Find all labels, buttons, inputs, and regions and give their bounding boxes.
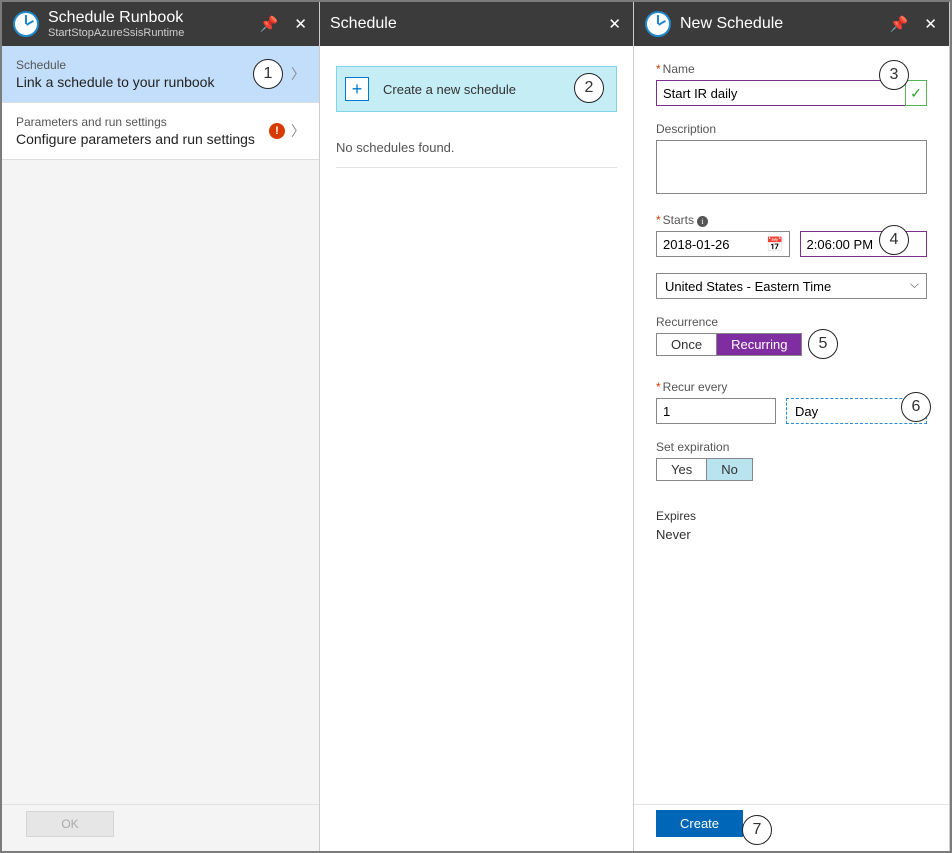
recur-value-input[interactable] [656, 398, 776, 424]
expires-value: Never [656, 527, 927, 542]
set-expiration-label: Set expiration [656, 440, 927, 454]
field-description: Description [656, 122, 927, 197]
callout-4: 4 [879, 225, 909, 255]
info-icon[interactable]: i [697, 216, 708, 227]
validation-ok-icon: ✓ [905, 80, 927, 106]
clock-icon [12, 10, 40, 38]
expiration-no[interactable]: No [706, 459, 752, 480]
field-recur-every: *Recur every Day 6 [656, 380, 927, 424]
starts-label: *Startsi [656, 213, 927, 227]
step-parameters[interactable]: Parameters and run settings Configure pa… [2, 103, 319, 160]
callout-2: 2 [574, 73, 604, 103]
field-expires: Expires Never [656, 509, 927, 542]
field-timezone: United States - Eastern Time [656, 273, 927, 299]
recurrence-recurring[interactable]: Recurring [716, 334, 801, 355]
expires-label: Expires [656, 509, 927, 523]
blade3-header: New Schedule 📌 ✕ [634, 2, 949, 46]
no-schedules-message: No schedules found. [336, 136, 617, 168]
blade-new-schedule: New Schedule 📌 ✕ *Name ✓ 3 Description *… [634, 2, 950, 851]
blade3-title: New Schedule [680, 15, 783, 33]
expiration-toggle: Yes No [656, 458, 753, 481]
clock-icon [644, 10, 672, 38]
close-icon[interactable]: ✕ [606, 13, 623, 35]
field-recurrence: Recurrence Once Recurring 5 [656, 315, 927, 356]
warning-icon: ! [269, 123, 285, 139]
blade-schedule-runbook: Schedule Runbook StartStopAzureSsisRunti… [2, 2, 320, 851]
recurrence-once[interactable]: Once [657, 334, 716, 355]
callout-6: 6 [901, 392, 931, 422]
recurrence-label: Recurrence [656, 315, 927, 329]
callout-7: 7 [742, 815, 772, 845]
chevron-right-icon: 〉 [291, 64, 305, 84]
step-schedule-text: Link a schedule to your runbook [16, 74, 253, 90]
field-starts: *Startsi 📅 4 [656, 213, 927, 257]
pin-icon[interactable]: 📌 [888, 13, 911, 35]
blade1-header: Schedule Runbook StartStopAzureSsisRunti… [2, 2, 319, 46]
blade2-title: Schedule [330, 15, 397, 33]
callout-3: 3 [879, 60, 909, 90]
blade1-title: Schedule Runbook [48, 9, 184, 27]
create-schedule-tile[interactable]: + Create a new schedule 2 [336, 66, 617, 112]
timezone-select[interactable]: United States - Eastern Time [656, 273, 927, 299]
ok-button[interactable]: OK [26, 811, 114, 837]
chevron-right-icon: 〉 [291, 121, 305, 141]
recurrence-toggle: Once Recurring [656, 333, 802, 356]
description-label: Description [656, 122, 927, 136]
field-set-expiration: Set expiration Yes No [656, 440, 927, 481]
plus-icon: + [345, 77, 369, 101]
field-name: *Name ✓ 3 [656, 62, 927, 106]
callout-1: 1 [253, 59, 283, 89]
step-params-text: Configure parameters and run settings [16, 131, 269, 147]
create-button[interactable]: Create [656, 810, 743, 837]
close-icon[interactable]: ✕ [922, 13, 939, 35]
expiration-yes[interactable]: Yes [657, 459, 706, 480]
pin-icon[interactable]: 📌 [258, 13, 281, 35]
calendar-icon[interactable]: 📅 [766, 236, 783, 253]
step-schedule-label: Schedule [16, 58, 253, 72]
callout-5: 5 [808, 329, 838, 359]
step-params-label: Parameters and run settings [16, 115, 269, 129]
blade1-subtitle: StartStopAzureSsisRuntime [48, 27, 184, 39]
blade2-header: Schedule ✕ [320, 2, 633, 46]
close-icon[interactable]: ✕ [292, 13, 309, 35]
recur-every-label: *Recur every [656, 380, 927, 394]
blade-schedule-list: Schedule ✕ + Create a new schedule 2 No … [320, 2, 634, 851]
step-schedule[interactable]: Schedule Link a schedule to your runbook… [2, 46, 319, 103]
description-input[interactable] [656, 140, 927, 194]
create-schedule-label: Create a new schedule [383, 82, 516, 97]
